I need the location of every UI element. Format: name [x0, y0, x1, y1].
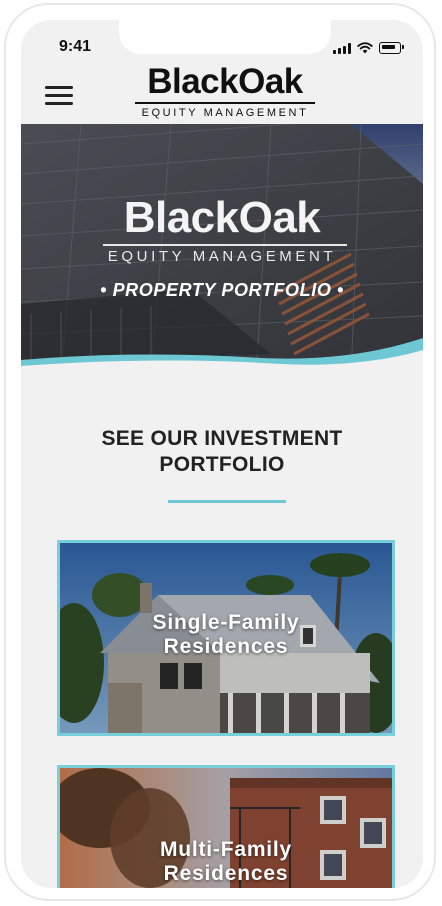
logo-divider [135, 102, 315, 104]
logo-title: BlackOak [147, 62, 303, 101]
screen: 9:41 BlackOak EQUITY MANAGEMENT BlackOak… [21, 20, 423, 888]
card-multi-family[interactable]: Multi-Family Residences [57, 765, 395, 888]
site-header: BlackOak EQUITY MANAGEMENT [21, 62, 423, 124]
card-label: Single-Family Residences [60, 611, 392, 659]
section-heading-line-1: SEE OUR INVESTMENT [101, 427, 343, 450]
section-divider [168, 500, 286, 503]
status-icons [333, 42, 404, 54]
section-heading-line-2: PORTFOLIO [159, 453, 285, 476]
cellular-signal-icon [333, 42, 351, 54]
header-logo[interactable]: BlackOak EQUITY MANAGEMENT [133, 62, 317, 119]
card-label-line-1: Single-Family [152, 611, 300, 634]
card-label-line-1: Multi-Family [159, 838, 293, 861]
notch [119, 20, 331, 54]
hero-banner: BlackOak EQUITY MANAGEMENT • PROPERTY PO… [21, 124, 423, 378]
hero-divider [103, 244, 347, 246]
phone-frame: 9:41 BlackOak EQUITY MANAGEMENT BlackOak… [4, 3, 436, 901]
hamburger-menu-icon[interactable] [45, 86, 73, 106]
hero-tagline: • PROPERTY PORTFOLIO • [100, 280, 344, 300]
logo-subtitle: EQUITY MANAGEMENT [141, 106, 309, 119]
battery-icon [379, 42, 404, 54]
status-time: 9:41 [59, 38, 92, 55]
card-single-family[interactable]: Single-Family Residences [57, 540, 395, 736]
section-heading: SEE OUR INVESTMENT PORTFOLIO [21, 426, 423, 478]
wifi-icon [357, 42, 373, 54]
hero-title: BlackOak [123, 193, 321, 242]
card-label-line-2: Residences [163, 635, 289, 658]
card-label-line-2: Residences [163, 862, 289, 885]
card-label: Multi-Family Residences [60, 838, 392, 886]
hero-subtitle: EQUITY MANAGEMENT [107, 248, 337, 265]
